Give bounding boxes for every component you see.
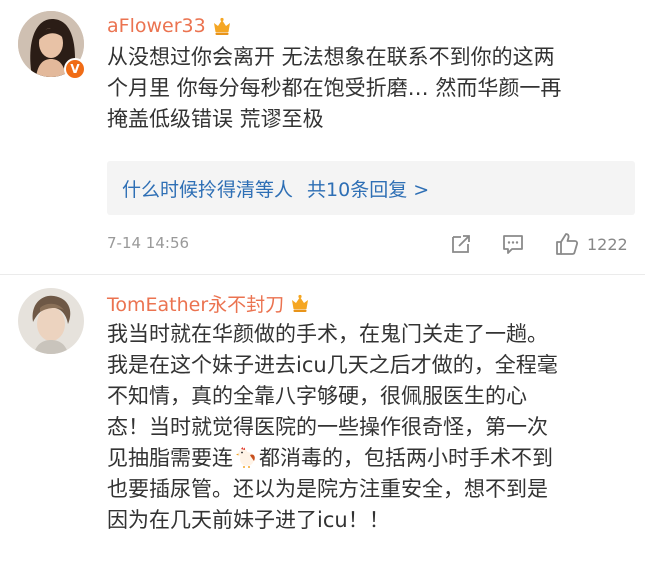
comment-text-segment: 见抽脂需要连: [107, 446, 233, 470]
comment-line: 不知情，真的全靠八字够硬，很佩服医生的心: [107, 384, 527, 408]
comment-item: TomEather永不封刀 我当时就在华颜做的手术，在鬼门关走了一趟。 我是在这…: [0, 275, 645, 584]
username[interactable]: TomEather永不封刀: [107, 290, 284, 317]
comment-text: 从没想过你会离开 无法想象在联系不到你的这两 个月里 你每分每秒都在饱受折磨… …: [107, 42, 635, 135]
timestamp: 7-14 14:56: [107, 234, 190, 252]
comment-line: 因为在几天前妹子进了icu！！: [107, 508, 390, 532]
reply-users-link[interactable]: 什么时候拎得清等人: [122, 175, 293, 202]
name-row: TomEather永不封刀: [107, 290, 311, 316]
comment-line: 我是在这个妹子进去icu几天之后才做的，全程毫: [107, 353, 558, 377]
vip-crown-icon: [213, 17, 230, 35]
comment-line: 个月里 你每分每秒都在饱受折磨… 然而华颜一再: [107, 76, 562, 100]
share-icon: [452, 235, 470, 253]
comment-line: 我当时就在华颜做的手术，在鬼门关走了一趟。: [107, 322, 548, 346]
comment-line: 态！当时就觉得医院的一些操作很奇怪，第一次: [107, 415, 548, 439]
comment-line: 见抽脂需要连 都消毒的，包括两小时手术不到: [107, 443, 635, 474]
like-button[interactable]: 1222: [554, 231, 628, 257]
comment-meta: 7-14 14:56 1222: [107, 230, 635, 258]
reply-button[interactable]: [501, 231, 525, 257]
vip-crown-icon: [292, 294, 309, 312]
reply-count-link[interactable]: 共10条回复 >: [307, 175, 429, 202]
comment-item: V aFlower33 从没想过你会离开 无法想象在联系不到你的这两 个月里 你…: [0, 0, 645, 275]
reply-preview-link[interactable]: 什么时候拎得清等人 共10条回复 >: [107, 161, 635, 215]
avatar[interactable]: [18, 288, 84, 354]
username[interactable]: aFlower33: [107, 15, 206, 37]
comment-line: 掩盖低级错误 荒谬至极: [107, 107, 324, 131]
comment-text-segment: 都消毒的，包括两小时手术不到: [259, 446, 553, 470]
comment-line: 从没想过你会离开 无法想象在联系不到你的这两: [107, 45, 555, 69]
name-row: aFlower33: [107, 13, 233, 39]
comment-text: 我当时就在华颜做的手术，在鬼门关走了一趟。 我是在这个妹子进去icu几天之后才做…: [107, 319, 635, 536]
chicken-emoji-icon: [236, 447, 255, 468]
comment-line: 也要插尿管。还以为是院方注重安全，想不到是: [107, 477, 548, 501]
comment-icon: [503, 235, 523, 254]
verified-badge-icon: V: [64, 58, 86, 80]
thumbs-up-icon: [556, 233, 579, 255]
like-count: 1222: [587, 234, 628, 254]
share-button[interactable]: [449, 231, 473, 257]
